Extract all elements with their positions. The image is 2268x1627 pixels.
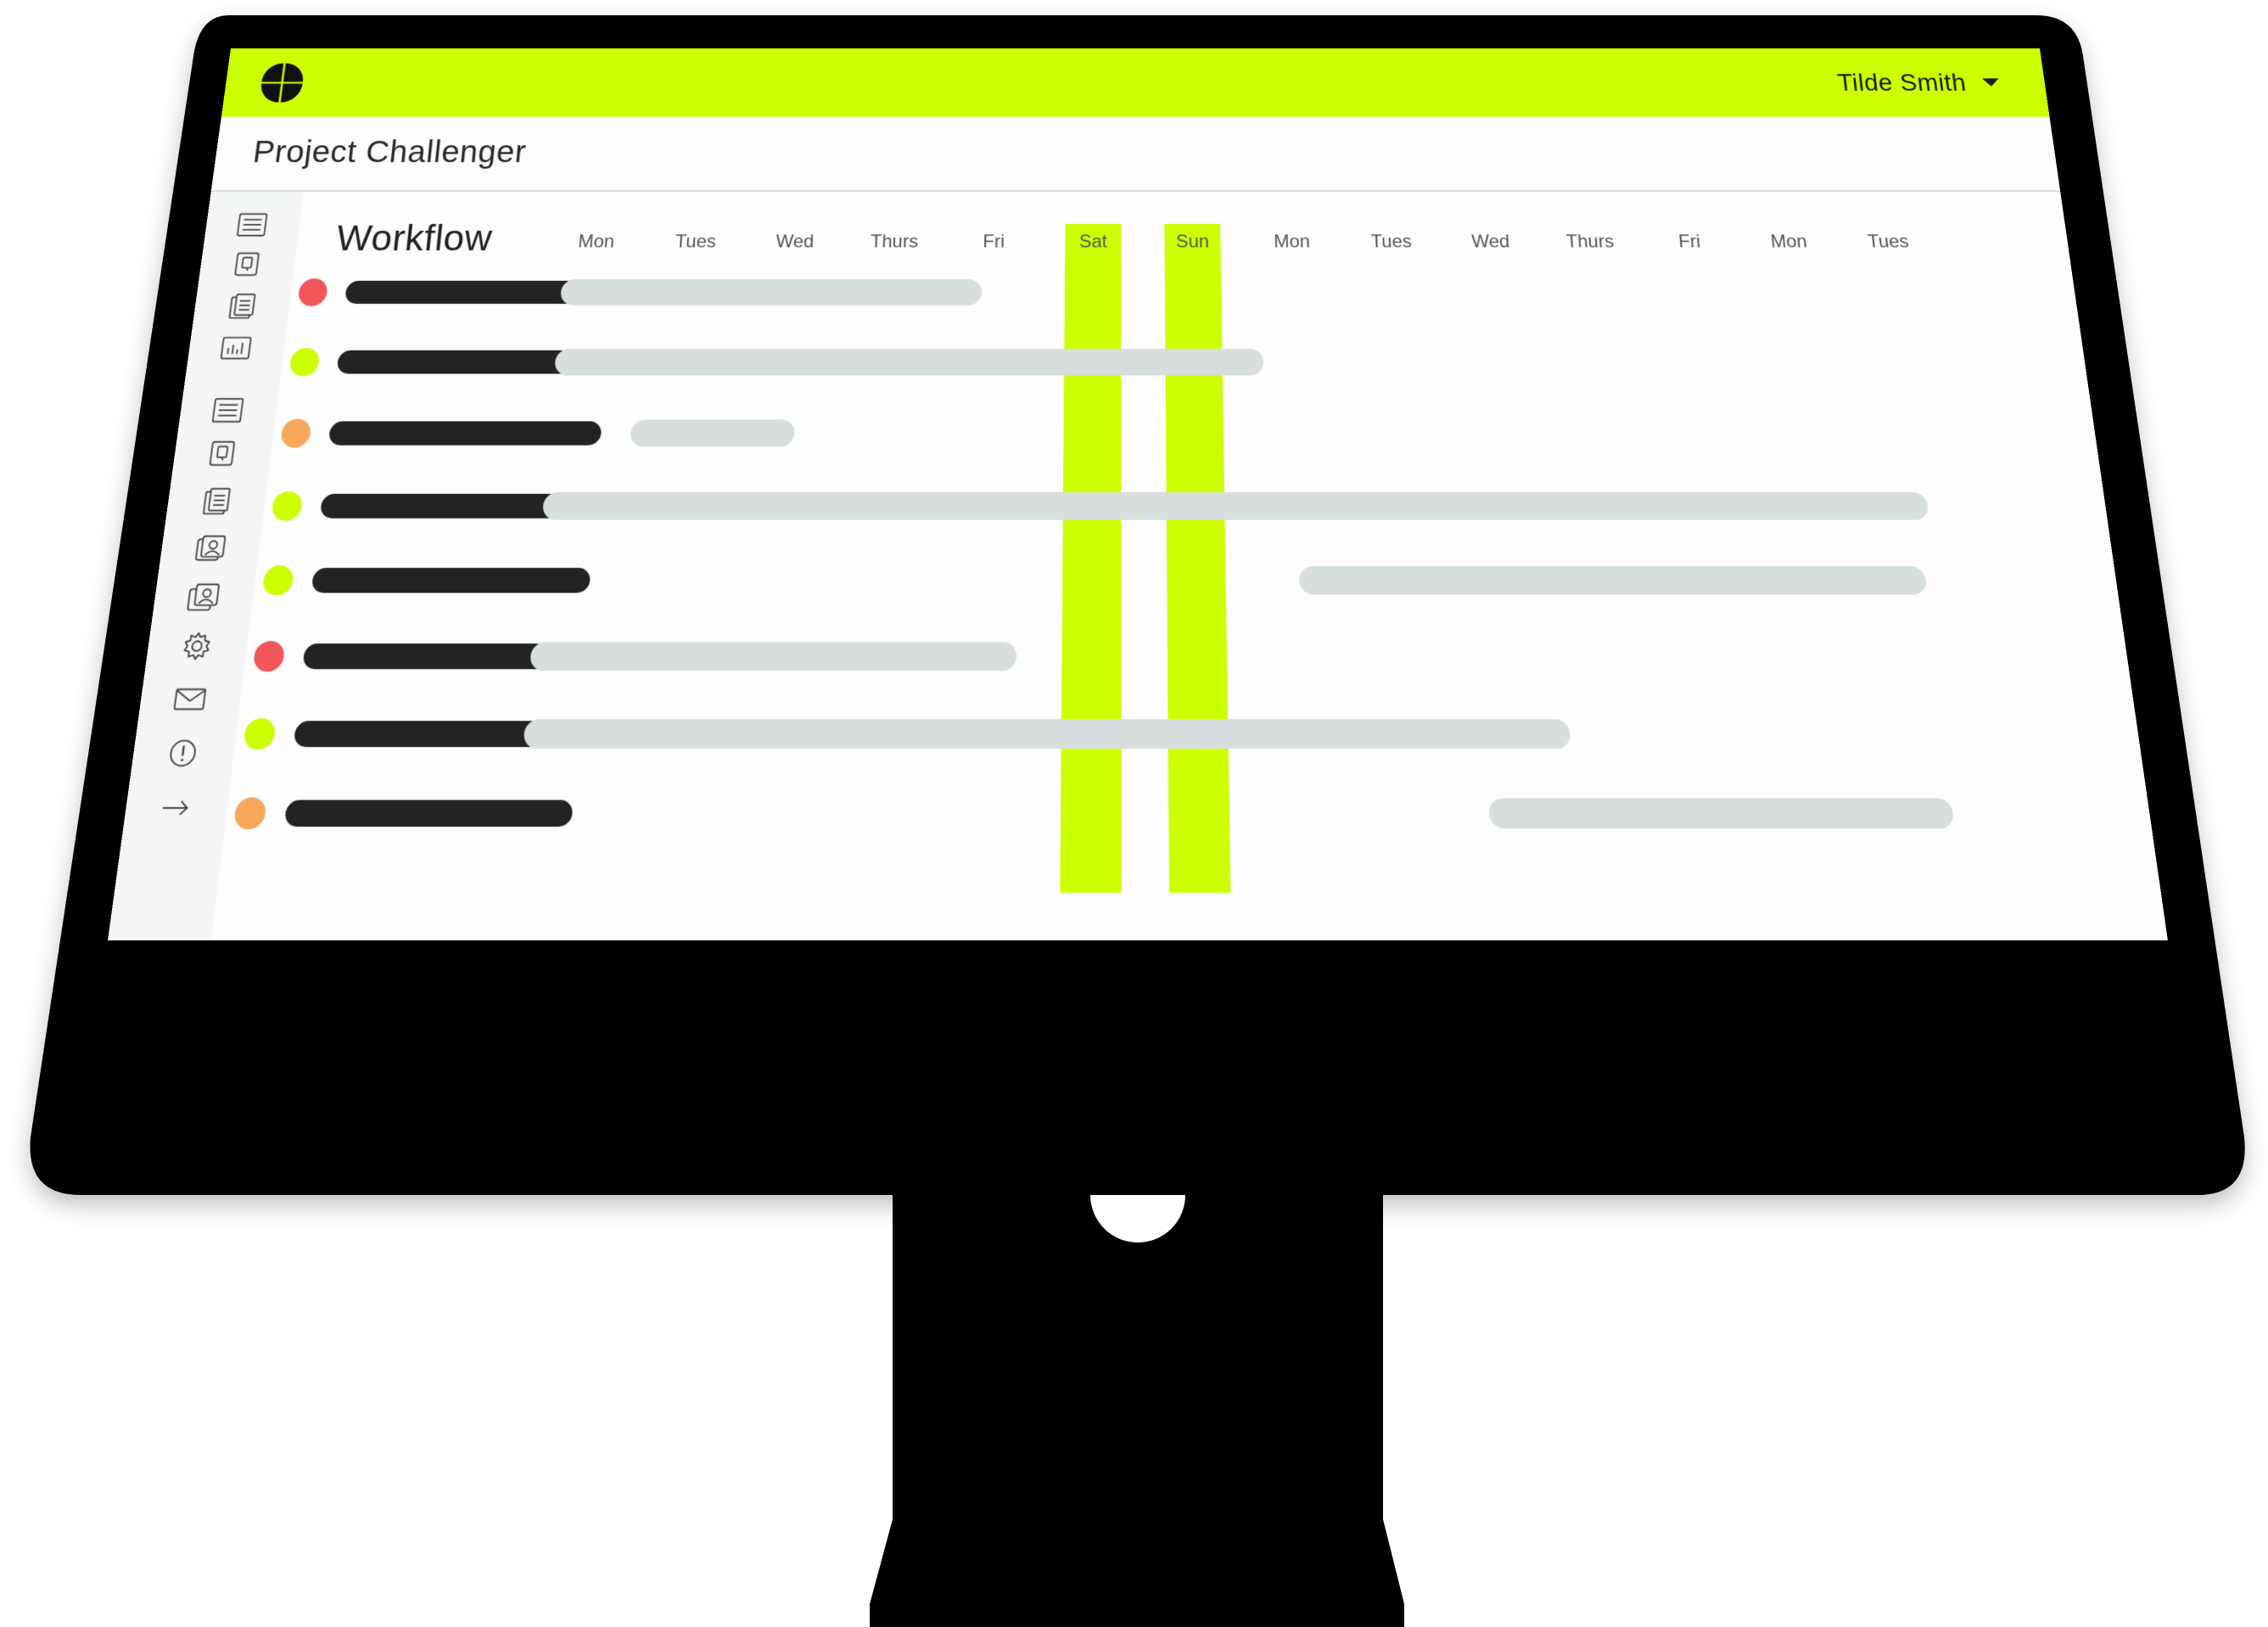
project-title: Project Challenger <box>250 134 529 169</box>
task-name[interactable] <box>328 421 602 446</box>
monitor-mockup: Tilde Smith Project Challenger Workflow … <box>0 0 2268 1627</box>
gantt-bar[interactable] <box>630 419 796 447</box>
gantt-bar[interactable] <box>559 279 983 306</box>
monitor-stand <box>870 1180 1404 1627</box>
clipboard-icon[interactable] <box>191 480 240 524</box>
document-icon[interactable] <box>223 244 271 285</box>
day-label: Thurs <box>1565 231 1615 252</box>
top-bar: Tilde Smith <box>221 48 2050 117</box>
list-icon[interactable] <box>204 390 252 433</box>
day-label: Tues <box>1370 231 1413 252</box>
weekend-column <box>1060 223 1122 893</box>
status-dot-green <box>243 718 277 750</box>
status-dot-green <box>261 565 295 596</box>
chevron-down-icon <box>1981 78 2000 87</box>
day-label: Sun <box>1175 231 1210 252</box>
day-label: Tues <box>674 231 717 252</box>
status-dot-red <box>297 278 329 306</box>
gear-icon[interactable] <box>171 623 222 669</box>
day-label: Tues <box>1866 231 1910 252</box>
gantt-bar[interactable] <box>1299 566 1929 595</box>
day-label: Fri <box>983 231 1005 252</box>
status-dot-green <box>288 347 321 377</box>
task-name[interactable] <box>311 568 591 593</box>
user-cards-icon[interactable] <box>178 575 228 620</box>
task-name[interactable] <box>283 799 574 828</box>
gantt-bar[interactable] <box>523 719 1571 749</box>
day-label: Wed <box>775 231 815 252</box>
project-header: Project Challenger <box>210 116 2061 192</box>
gantt-bar[interactable] <box>529 642 1017 671</box>
weekend-column <box>1164 223 1231 893</box>
day-label: Fri <box>1677 231 1701 252</box>
status-dot-red <box>252 641 286 672</box>
clipboard-icon[interactable] <box>217 285 265 327</box>
gantt-bar[interactable] <box>553 348 1264 376</box>
list-icon[interactable] <box>228 205 276 246</box>
day-label: Sat <box>1078 231 1107 252</box>
status-dot-orange <box>232 797 267 830</box>
day-label: Mon <box>1769 231 1808 252</box>
gantt-bar[interactable] <box>1488 798 1956 829</box>
gantt-bar[interactable] <box>541 491 1930 520</box>
brand-logo-icon <box>259 63 305 103</box>
status-dot-orange <box>279 418 312 448</box>
user-name: Tilde Smith <box>1835 68 1968 96</box>
day-label: Mon <box>1273 231 1311 252</box>
user-card-icon[interactable] <box>185 526 235 571</box>
alert-icon[interactable] <box>157 730 209 777</box>
mail-icon[interactable] <box>165 676 216 722</box>
day-label: Wed <box>1470 231 1510 252</box>
user-menu[interactable]: Tilde Smith <box>1834 48 2004 117</box>
workflow-title: Workflow <box>333 218 495 259</box>
arrow-right-icon[interactable] <box>149 784 201 833</box>
chart-icon[interactable] <box>212 327 260 369</box>
document-icon[interactable] <box>198 433 247 476</box>
day-label: Thurs <box>870 231 919 252</box>
day-label: Mon <box>577 231 615 252</box>
status-dot-green <box>271 491 304 521</box>
app-screen: Tilde Smith Project Challenger Workflow … <box>107 48 2168 940</box>
